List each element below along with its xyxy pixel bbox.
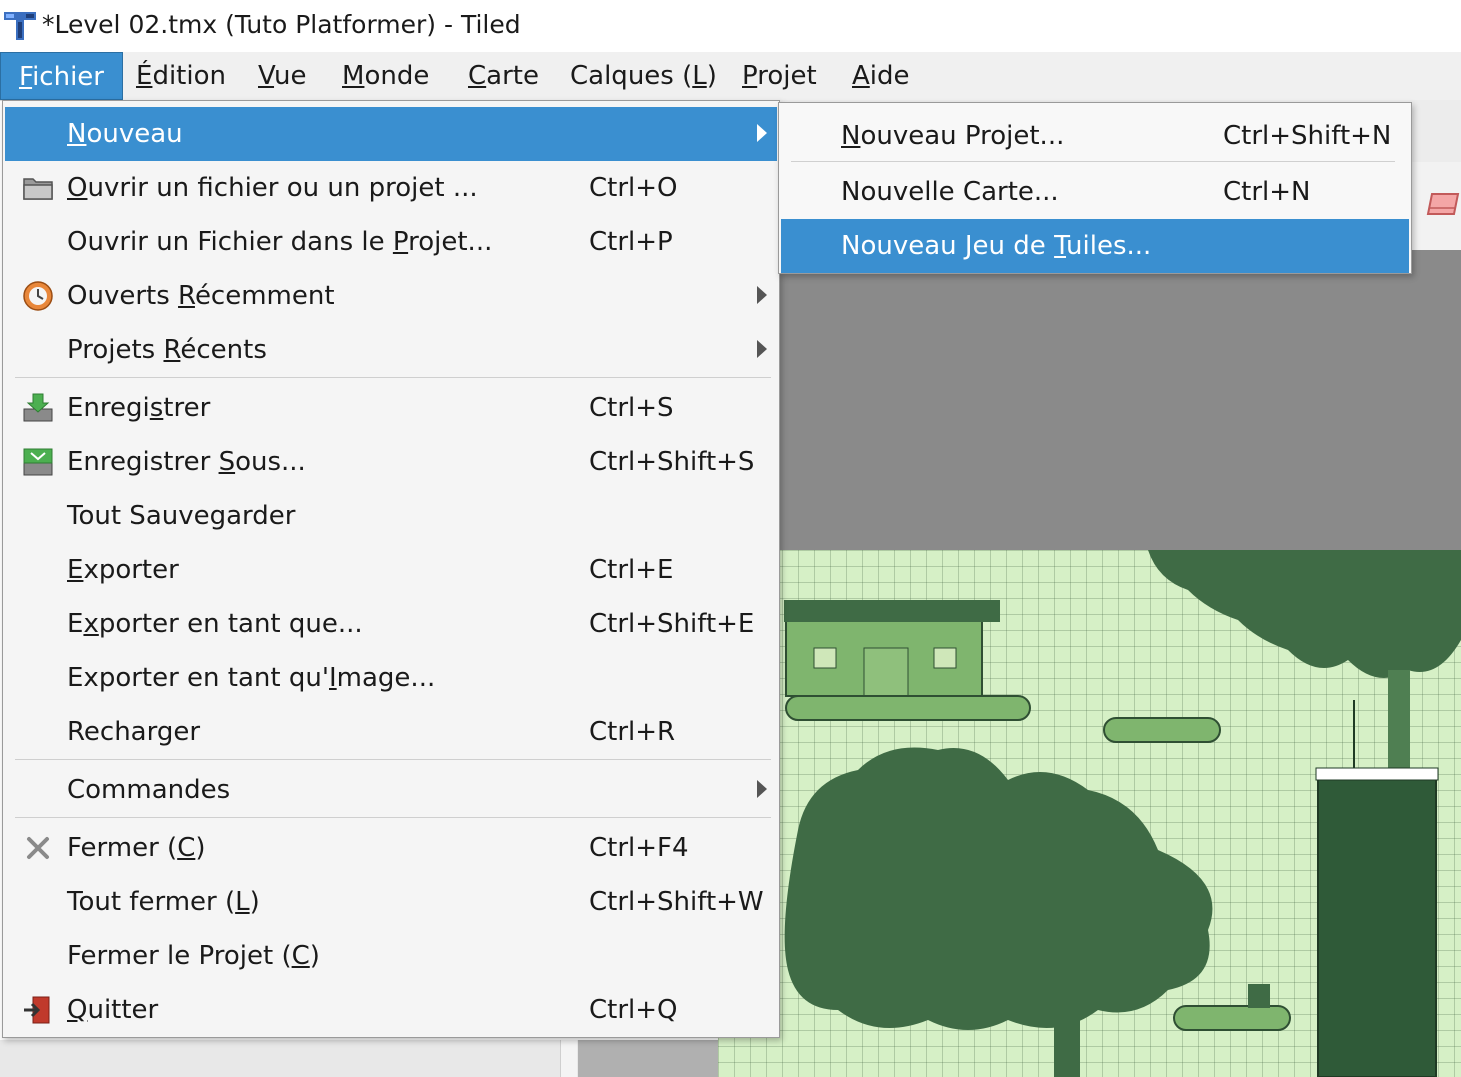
menu-item-commandes[interactable]: Commandes: [5, 763, 777, 817]
panel-gray: [578, 1040, 718, 1077]
map-canvas[interactable]: [718, 550, 1461, 1077]
nouveau-submenu: Nouveau Projet... Ctrl+Shift+N Nouvelle …: [778, 102, 1412, 274]
title-bar: *Level 02.tmx (Tuto Platformer) - Tiled: [0, 0, 1461, 52]
menu-calques[interactable]: Calques (L): [552, 52, 735, 100]
map-canvas-outside[interactable]: [780, 250, 1461, 550]
submenu-item-nouveau-jeu-de-tuiles[interactable]: Nouveau Jeu de Tuiles...: [781, 219, 1409, 273]
fichier-dropdown-menu: Nouveau Ouvrir un fichier ou un projet .…: [2, 100, 780, 1038]
menu-projet[interactable]: Projet: [724, 52, 835, 100]
submenu-arrow-icon: [757, 286, 767, 304]
menu-item-quitter[interactable]: Quitter Ctrl+Q: [5, 983, 777, 1037]
menu-item-projets-recents[interactable]: Projets Récents: [5, 323, 777, 377]
scrollbar-vertical[interactable]: [560, 1040, 577, 1077]
submenu-item-nouveau-projet[interactable]: Nouveau Projet... Ctrl+Shift+N: [781, 109, 1409, 163]
menu-item-exporter-en-tant-que[interactable]: Exporter en tant que... Ctrl+Shift+E: [5, 597, 777, 651]
menu-item-ouvrir[interactable]: Ouvrir un fichier ou un projet ... Ctrl+…: [5, 161, 777, 215]
menu-fichier[interactable]: Fichier: [0, 52, 123, 100]
menu-item-exporter-image[interactable]: Exporter en tant qu'Image...: [5, 651, 777, 705]
menu-item-exporter[interactable]: Exporter Ctrl+E: [5, 543, 777, 597]
map-tiles: [784, 550, 1461, 1077]
save-as-icon: [23, 448, 53, 476]
menu-separator: [15, 377, 771, 378]
submenu-arrow-icon: [757, 340, 767, 358]
menu-item-tout-fermer[interactable]: Tout fermer (L) Ctrl+Shift+W: [5, 875, 777, 929]
quit-icon: [24, 996, 50, 1024]
menu-item-ouvrir-dans-projet[interactable]: Ouvrir un Fichier dans le Projet... Ctrl…: [5, 215, 777, 269]
menu-separator: [791, 161, 1395, 162]
menu-item-recharger[interactable]: Recharger Ctrl+R: [5, 705, 777, 759]
submenu-item-nouvelle-carte[interactable]: Nouvelle Carte... Ctrl+N: [781, 165, 1409, 219]
menu-item-enregistrer-sous[interactable]: Enregistrer Sous... Ctrl+Shift+S: [5, 435, 777, 489]
menu-item-nouveau[interactable]: Nouveau: [5, 107, 777, 161]
folder-open-icon: [23, 178, 53, 200]
eraser-icon[interactable]: [1424, 190, 1461, 218]
menu-aide[interactable]: Aide: [834, 52, 928, 100]
menu-monde[interactable]: Monde: [324, 52, 447, 100]
close-icon: [27, 837, 49, 859]
submenu-arrow-icon: [757, 124, 767, 142]
menu-bar: Fichier Édition Vue Monde Carte Calques …: [0, 52, 1461, 101]
save-icon: [23, 393, 53, 422]
menu-edition[interactable]: Édition: [118, 52, 244, 100]
submenu-arrow-icon: [757, 780, 767, 798]
menu-vue[interactable]: Vue: [240, 52, 325, 100]
menu-item-tout-sauvegarder[interactable]: Tout Sauvegarder: [5, 489, 777, 543]
menu-item-enregistrer[interactable]: Enregistrer Ctrl+S: [5, 381, 777, 435]
recent-files-icon: [23, 281, 53, 311]
menu-separator: [15, 759, 771, 760]
tiled-logo-icon: [4, 12, 36, 40]
menu-separator: [15, 817, 771, 818]
menu-item-fermer-projet[interactable]: Fermer le Projet (C): [5, 929, 777, 983]
menu-carte[interactable]: Carte: [450, 52, 557, 100]
window-title: *Level 02.tmx (Tuto Platformer) - Tiled: [42, 10, 521, 39]
menu-item-ouverts-recemment[interactable]: Ouverts Récemment: [5, 269, 777, 323]
menu-item-fermer[interactable]: Fermer (C) Ctrl+F4: [5, 821, 777, 875]
